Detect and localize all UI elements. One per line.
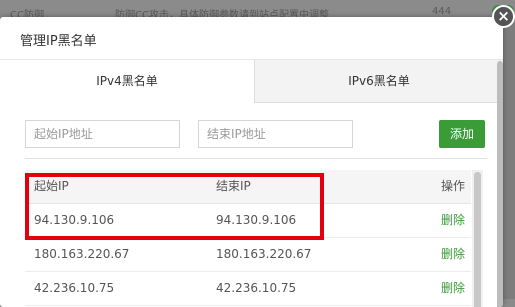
close-icon[interactable]: ×	[492, 5, 515, 28]
row-start-ip: 42.236.10.75	[34, 281, 115, 295]
tab-ipv4-blacklist[interactable]: IPv4黑名单	[0, 60, 255, 103]
add-button[interactable]: 添加	[439, 120, 485, 148]
form-divider	[25, 158, 487, 159]
modal-title: 管理IP黑名单	[20, 34, 97, 49]
end-ip-input[interactable]	[198, 120, 353, 148]
tab-ipv6-blacklist[interactable]: IPv6黑名单	[255, 60, 503, 103]
table-scrollbar-thumb[interactable]	[474, 172, 481, 307]
row-start-ip: 180.163.220.67	[34, 247, 130, 261]
start-ip-input[interactable]	[25, 120, 180, 148]
header-operation: 操作	[441, 179, 466, 193]
table-row: 42.236.10.75 42.236.10.75 删除	[25, 272, 471, 306]
modal-scrollbar-thumb[interactable]	[497, 61, 503, 307]
table-row: 180.163.220.67 180.163.220.67 删除	[25, 238, 471, 272]
annotation-highlight-box	[25, 173, 324, 240]
row-end-ip: 180.163.220.67	[216, 247, 312, 261]
delete-link[interactable]: 删除	[441, 238, 465, 271]
ip-blacklist-modal: 管理IP黑名单 IPv4黑名单 IPv6黑名单 添加 起始IP 结束IP 操作 …	[0, 17, 503, 307]
background-row-count: 444	[432, 6, 452, 17]
background-top-row: CC防御 防御CC攻击，具体防御参数请到站点配置中调整 444	[0, 0, 515, 21]
delete-link[interactable]: 删除	[441, 204, 465, 237]
row-end-ip: 42.236.10.75	[216, 281, 297, 295]
tab-bar: IPv4黑名单 IPv6黑名单	[0, 60, 503, 103]
delete-link[interactable]: 删除	[441, 272, 465, 305]
